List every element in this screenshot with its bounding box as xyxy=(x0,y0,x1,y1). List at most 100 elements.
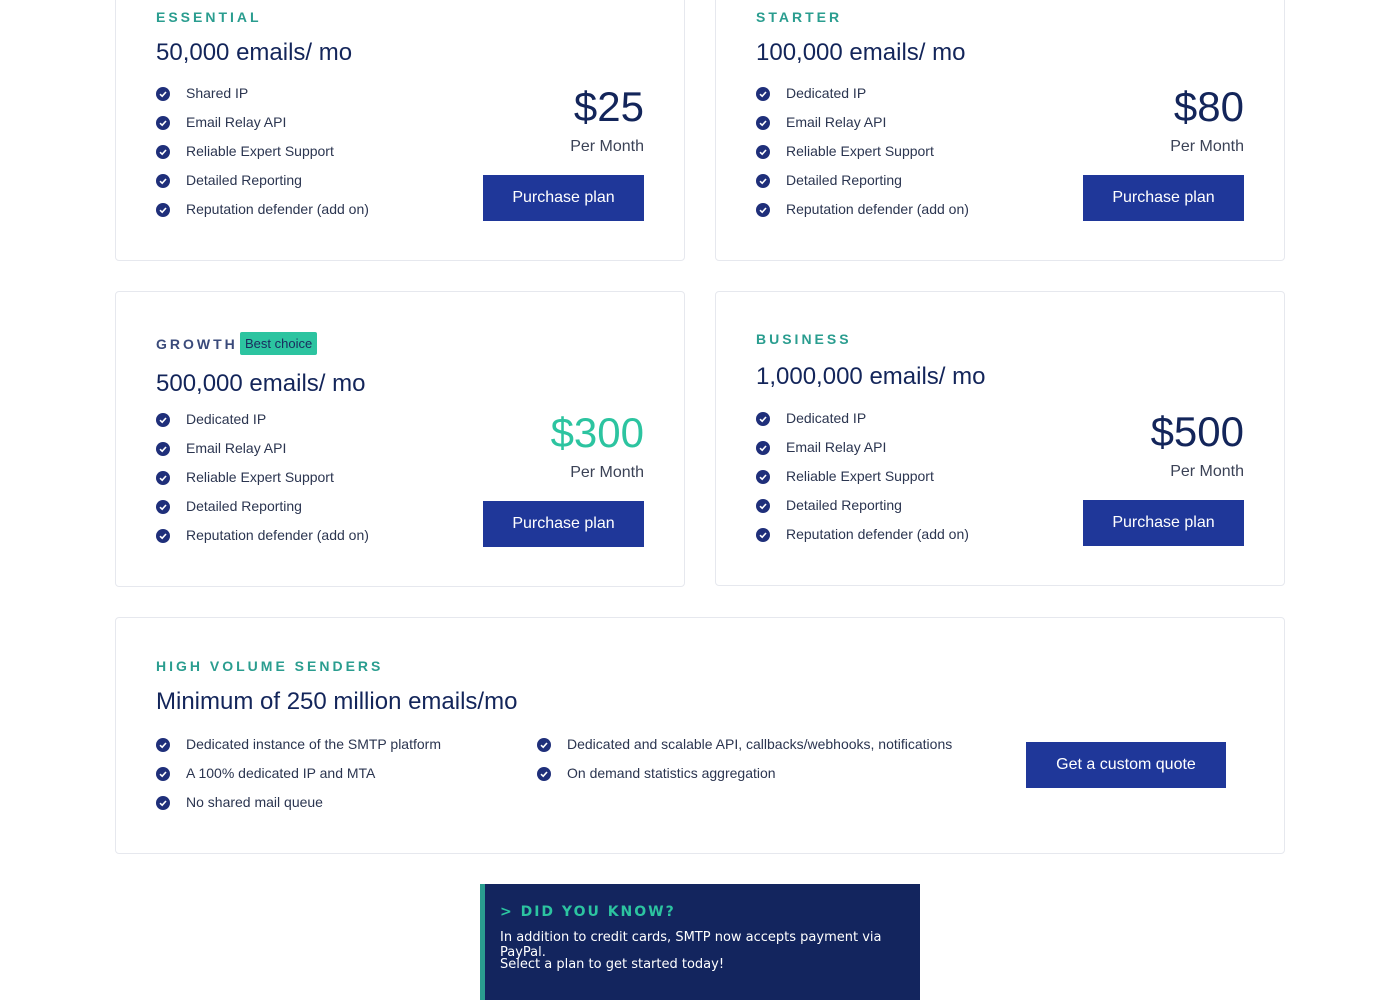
purchase-plan-button[interactable]: Purchase plan xyxy=(483,501,644,547)
check-circle-icon xyxy=(156,442,170,456)
plan-tier: ESSENTIAL xyxy=(156,9,262,25)
purchase-plan-button[interactable]: Purchase plan xyxy=(1083,175,1244,221)
list-item: Dedicated IP xyxy=(756,410,969,439)
feature-label: Reliable Expert Support xyxy=(786,143,934,159)
banner-title: > DID YOU KNOW? xyxy=(500,904,676,920)
list-item: Reliable Expert Support xyxy=(156,143,369,172)
check-circle-icon xyxy=(537,738,551,752)
feature-label: Email Relay API xyxy=(186,440,287,456)
plan-volume: 1,000,000 emails/ mo xyxy=(756,363,986,390)
list-item: On demand statistics aggregation xyxy=(537,765,952,794)
list-item: Detailed Reporting xyxy=(756,172,969,201)
list-item: No shared mail queue xyxy=(156,794,441,823)
plan-price: $25 xyxy=(573,83,644,130)
feature-label: Dedicated and scalable API, callbacks/we… xyxy=(567,736,953,752)
feature-label: No shared mail queue xyxy=(186,794,323,810)
list-item: Reputation defender (add on) xyxy=(756,526,969,555)
purchase-plan-button[interactable]: Purchase plan xyxy=(483,175,644,221)
check-circle-icon xyxy=(156,203,170,217)
list-item: Dedicated IP xyxy=(756,85,969,114)
plan-tier: HIGH VOLUME SENDERS xyxy=(156,658,384,674)
feature-label: Email Relay API xyxy=(786,114,887,130)
check-circle-icon xyxy=(156,145,170,159)
get-custom-quote-button[interactable]: Get a custom quote xyxy=(1026,742,1226,788)
feature-label: Reputation defender (add on) xyxy=(786,526,969,542)
list-item: Email Relay API xyxy=(156,440,369,469)
check-circle-icon xyxy=(756,528,770,542)
list-item: Reliable Expert Support xyxy=(156,469,369,498)
list-item: Shared IP xyxy=(156,85,369,114)
feature-label: Dedicated IP xyxy=(786,410,867,426)
price-period: Per Month xyxy=(570,464,644,481)
feature-label: Dedicated instance of the SMTP platform xyxy=(186,736,441,752)
check-circle-icon xyxy=(156,529,170,543)
check-circle-icon xyxy=(156,413,170,427)
check-circle-icon xyxy=(156,738,170,752)
list-item: Reliable Expert Support xyxy=(756,143,969,172)
price-period: Per Month xyxy=(1170,463,1244,480)
plan-card-essential: ESSENTIAL 50,000 emails/ mo Shared IP Em… xyxy=(115,0,685,261)
plan-volume: Minimum of 250 million emails/mo xyxy=(156,688,518,715)
plan-tier: BUSINESS xyxy=(756,331,852,347)
check-circle-icon xyxy=(156,116,170,130)
feature-label: Email Relay API xyxy=(786,439,887,455)
plan-price: $500 xyxy=(1150,408,1244,455)
list-item: Detailed Reporting xyxy=(156,172,369,201)
feature-list-left: Dedicated instance of the SMTP platform … xyxy=(156,736,441,823)
feature-label: On demand statistics aggregation xyxy=(567,765,776,781)
list-item: A 100% dedicated IP and MTA xyxy=(156,765,441,794)
plan-volume: 100,000 emails/ mo xyxy=(756,39,966,66)
check-circle-icon xyxy=(156,796,170,810)
check-circle-icon xyxy=(156,471,170,485)
list-item: Email Relay API xyxy=(756,439,969,468)
check-circle-icon xyxy=(756,203,770,217)
purchase-plan-button[interactable]: Purchase plan xyxy=(1083,500,1244,546)
feature-label: Reliable Expert Support xyxy=(786,468,934,484)
feature-label: Detailed Reporting xyxy=(786,497,902,513)
feature-label: Dedicated IP xyxy=(786,85,867,101)
feature-label: A 100% dedicated IP and MTA xyxy=(186,765,376,781)
plan-card-business: BUSINESS 1,000,000 emails/ mo Dedicated … xyxy=(715,291,1285,586)
best-choice-badge: Best choice xyxy=(240,332,318,355)
list-item: Reputation defender (add on) xyxy=(756,201,969,230)
check-circle-icon xyxy=(756,499,770,513)
banner-text-line-2: Select a plan to get started today! xyxy=(500,957,725,972)
feature-label: Shared IP xyxy=(186,85,249,101)
check-circle-icon xyxy=(156,500,170,514)
check-circle-icon xyxy=(537,767,551,781)
list-item: Dedicated instance of the SMTP platform xyxy=(156,736,441,765)
feature-label: Reliable Expert Support xyxy=(186,469,334,485)
check-circle-icon xyxy=(156,767,170,781)
plan-volume: 50,000 emails/ mo xyxy=(156,39,353,66)
price-period: Per Month xyxy=(1170,138,1244,155)
check-circle-icon xyxy=(756,116,770,130)
banner-text-line-1: In addition to credit cards, SMTP now ac… xyxy=(500,930,882,960)
feature-label: Reputation defender (add on) xyxy=(186,527,369,543)
check-circle-icon xyxy=(756,412,770,426)
list-item: Detailed Reporting xyxy=(156,498,369,527)
list-item: Reputation defender (add on) xyxy=(156,201,369,230)
feature-label: Reputation defender (add on) xyxy=(186,201,369,217)
feature-label: Dedicated IP xyxy=(186,411,267,427)
feature-label: Reliable Expert Support xyxy=(186,143,334,159)
feature-label: Reputation defender (add on) xyxy=(786,201,969,217)
feature-list: Dedicated IP Email Relay API Reliable Ex… xyxy=(756,85,969,230)
check-circle-icon xyxy=(756,87,770,101)
list-item: Dedicated IP xyxy=(156,411,369,440)
feature-label: Email Relay API xyxy=(186,114,287,130)
feature-list-right: Dedicated and scalable API, callbacks/we… xyxy=(537,736,952,794)
feature-label: Detailed Reporting xyxy=(186,498,302,514)
plan-price: $80 xyxy=(1173,83,1244,130)
check-circle-icon xyxy=(156,174,170,188)
plan-tier: GROWTH xyxy=(156,336,238,352)
did-you-know-banner: > DID YOU KNOW? In addition to credit ca… xyxy=(480,884,920,1000)
list-item: Email Relay API xyxy=(156,114,369,143)
check-circle-icon xyxy=(156,87,170,101)
check-circle-icon xyxy=(756,441,770,455)
plan-volume: 500,000 emails/ mo xyxy=(156,370,366,397)
feature-list: Dedicated IP Email Relay API Reliable Ex… xyxy=(756,410,969,555)
plan-card-starter: STARTER 100,000 emails/ mo Dedicated IP … xyxy=(715,0,1285,261)
feature-list: Dedicated IP Email Relay API Reliable Ex… xyxy=(156,411,369,556)
feature-list: Shared IP Email Relay API Reliable Exper… xyxy=(156,85,369,230)
list-item: Dedicated and scalable API, callbacks/we… xyxy=(537,736,952,765)
